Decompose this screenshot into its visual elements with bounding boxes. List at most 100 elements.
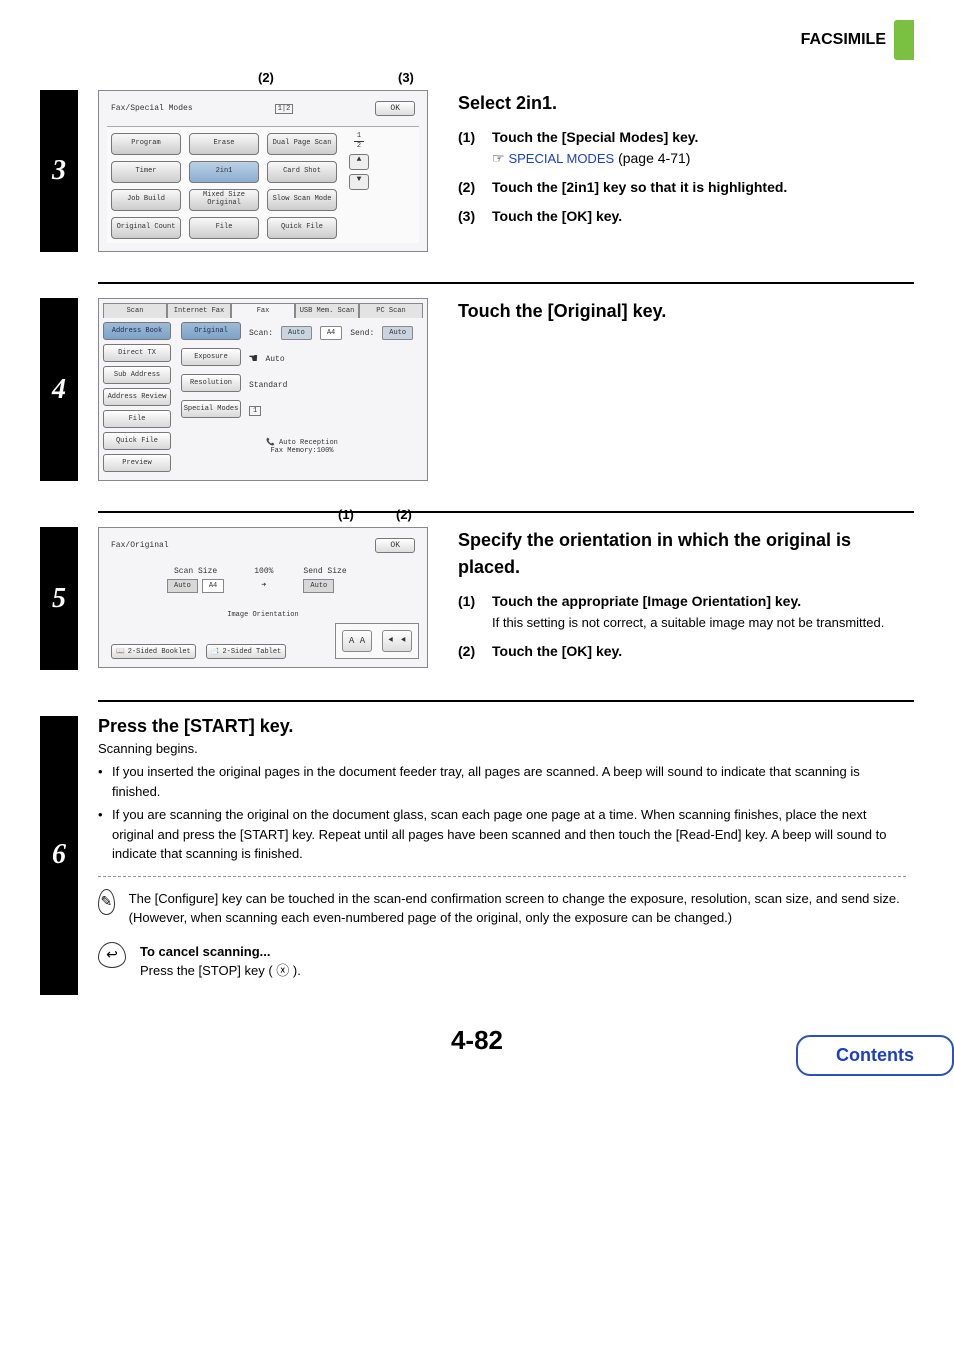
page-frac-bot: 2 <box>357 142 361 150</box>
step6-sub: Scanning begins. <box>98 741 906 756</box>
original-count-button[interactable]: Original Count <box>111 217 181 239</box>
step3-heading: Select 2in1. <box>458 90 914 117</box>
page-number: 4-82 <box>40 1025 914 1056</box>
i2-text: Touch the [2in1] key so that it is highl… <box>492 179 787 195</box>
note-configure: The [Configure] key can be touched in th… <box>129 889 906 928</box>
2sided-tablet-button[interactable]: 📑 2-Sided Tablet <box>206 644 287 659</box>
send-auto[interactable]: Auto <box>303 579 334 593</box>
callout-3: (3) <box>398 70 414 85</box>
scroll-up-button[interactable]: ▲ <box>349 154 369 170</box>
i1-num: (1) <box>458 127 484 169</box>
scan-a4: A4 <box>320 326 342 340</box>
step-number: 4 <box>40 298 78 481</box>
erase-button[interactable]: Erase <box>189 133 259 155</box>
scroll-down-button[interactable]: ▼ <box>349 174 369 190</box>
step5-instructions: Specify the orientation in which the ori… <box>458 527 914 670</box>
cancel-heading: To cancel scanning... <box>140 944 271 959</box>
direct-tx-button[interactable]: Direct TX <box>103 344 171 362</box>
dash-divider <box>98 876 906 877</box>
reception-status: Auto Reception <box>279 439 338 447</box>
special-modes-link[interactable]: SPECIAL MODES <box>508 151 614 166</box>
file-button[interactable]: File <box>103 410 171 428</box>
contents-button[interactable]: Contents <box>796 1035 954 1076</box>
image-orientation-label: Image Orientation <box>107 611 419 619</box>
ok-button[interactable]: OK <box>375 101 415 116</box>
send-auto: Auto <box>382 326 413 340</box>
tab-scan[interactable]: Scan <box>103 303 167 318</box>
i3-text: Touch the [OK] key. <box>492 208 622 224</box>
panel-title: Fax/Original <box>111 541 169 550</box>
send-size-label: Send Size <box>303 567 346 576</box>
timer-button[interactable]: Timer <box>111 161 181 183</box>
orientation-landscape-button[interactable]: ⯇ ⯇ <box>382 630 412 652</box>
quick-file-button[interactable]: Quick File <box>267 217 337 239</box>
fax-original-panel: Fax/Original OK Scan Size AutoA4 100% ➜ … <box>98 527 428 668</box>
divider <box>98 511 914 513</box>
2in1-button[interactable]: 2in1 <box>189 161 259 183</box>
address-book-button[interactable]: Address Book <box>103 322 171 340</box>
orientation-portrait-button[interactable]: A A <box>342 630 372 652</box>
step-4: 4 Scan Internet Fax Fax USB Mem. Scan PC… <box>40 298 914 481</box>
i3-num: (3) <box>458 206 484 227</box>
i1-page: (page 4-71) <box>618 150 690 166</box>
divider <box>98 700 914 702</box>
scale-pct: 100% <box>254 567 273 576</box>
ts-booklet-label: 2-Sided Booklet <box>128 648 191 656</box>
scan-auto[interactable]: Auto <box>167 579 198 593</box>
fax-send-panel: Scan Internet Fax Fax USB Mem. Scan PC S… <box>98 298 428 481</box>
dual-page-scan-button[interactable]: Dual Page Scan <box>267 133 337 155</box>
send-label: Send: <box>350 329 374 338</box>
twoin1-badge-icon: 1|2 <box>275 104 294 114</box>
header: FACSIMILE <box>40 20 914 60</box>
card-shot-button[interactable]: Card Shot <box>267 161 337 183</box>
special-modes-panel: Fax/Special Modes 1|2 OK Program Erase D… <box>98 90 428 252</box>
tab-pc-scan[interactable]: PC Scan <box>359 303 423 318</box>
file-button[interactable]: File <box>189 217 259 239</box>
bullet2: If you are scanning the original on the … <box>112 805 906 864</box>
original-button[interactable]: Original <box>181 322 241 340</box>
ok-button[interactable]: OK <box>375 538 415 553</box>
back-icon: ↩ <box>98 942 126 968</box>
divider <box>98 282 914 284</box>
i1-sub: If this setting is not correct, a suitab… <box>492 615 884 630</box>
quick-file-button[interactable]: Quick File <box>103 432 171 450</box>
i1-text: Touch the appropriate [Image Orientation… <box>492 593 801 609</box>
sub-address-button[interactable]: Sub Address <box>103 366 171 384</box>
i1-num: (1) <box>458 591 484 633</box>
step-6: 6 Press the [START] key. Scanning begins… <box>40 716 914 995</box>
scan-label: Scan: <box>249 329 273 338</box>
mixed-size-original-button[interactable]: Mixed Size Original <box>189 189 259 211</box>
tab-usb-mem-scan[interactable]: USB Mem. Scan <box>295 303 359 318</box>
preview-button[interactable]: Preview <box>103 454 171 472</box>
arrow-icon: ➜ <box>254 580 273 590</box>
page-frac-top: 1 <box>357 132 361 140</box>
address-review-button[interactable]: Address Review <box>103 388 171 406</box>
2sided-booklet-button[interactable]: 📖 2-Sided Booklet <box>111 644 196 659</box>
i2-text: Touch the [OK] key. <box>492 643 622 659</box>
job-build-button[interactable]: Job Build <box>111 189 181 211</box>
exposure-value: Auto <box>265 355 284 364</box>
special-modes-badge-icon: 1 <box>249 406 261 416</box>
step4-instructions: Touch the [Original] key. <box>458 298 914 335</box>
ts-tablet-label: 2-Sided Tablet <box>222 648 281 656</box>
resolution-value: Standard <box>249 381 287 390</box>
step4-heading: Touch the [Original] key. <box>458 298 914 325</box>
scan-a4[interactable]: A4 <box>202 579 224 593</box>
step3-instructions: Select 2in1. (1) Touch the [Special Modes… <box>458 90 914 235</box>
cancel-text: Press the [STOP] key ( ⓧ ). <box>140 963 301 978</box>
tab-internet-fax[interactable]: Internet Fax <box>167 303 231 318</box>
tab-fax[interactable]: Fax <box>231 303 295 318</box>
memory-status: Fax Memory:100% <box>270 447 333 455</box>
hand-cursor-icon: ☚ <box>249 351 257 368</box>
step5-heading: Specify the orientation in which the ori… <box>458 527 914 581</box>
resolution-button[interactable]: Resolution <box>181 374 241 392</box>
panel-title: Fax/Special Modes <box>111 104 193 113</box>
exposure-button[interactable]: Exposure <box>181 348 241 366</box>
i1-text: Touch the [Special Modes] key. <box>492 129 698 145</box>
special-modes-button[interactable]: Special Modes <box>181 400 241 418</box>
program-button[interactable]: Program <box>111 133 181 155</box>
step-number: 5 <box>40 527 78 670</box>
slow-scan-mode-button[interactable]: Slow Scan Mode <box>267 189 337 211</box>
step-number: 6 <box>40 716 78 995</box>
step-number: 3 <box>40 90 78 252</box>
